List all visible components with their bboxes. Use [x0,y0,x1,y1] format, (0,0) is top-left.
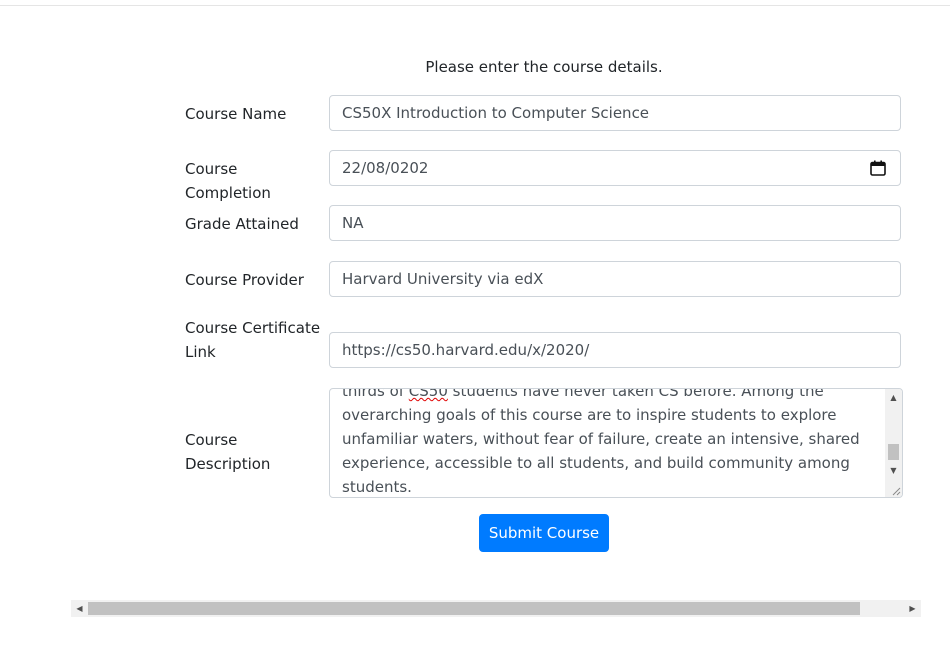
course-description-textarea[interactable]: thirds of CS50 students have never taken… [329,388,903,498]
grade-attained-input[interactable]: NA [329,205,901,241]
arrow-up-icon[interactable]: ▲ [885,389,902,406]
course-description-text: thirds of CS50 students have never taken… [342,388,880,497]
certificate-link-label: Course Certificate Link [185,319,321,361]
grade-attained-label: Grade Attained [185,215,299,233]
course-provider-label: Course Provider [185,271,304,289]
arrow-down-icon[interactable]: ▼ [885,462,902,479]
textarea-scroll-thumb[interactable] [888,444,899,460]
top-divider [0,5,950,6]
course-provider-input[interactable]: Harvard University via edX [329,261,901,297]
course-description-label: Course Description [185,431,271,473]
course-completion-label: Course Completion [185,160,271,202]
spellcheck-marked-word: CS50 [408,388,448,400]
arrow-right-icon[interactable]: ▶ [904,600,921,617]
arrow-left-icon[interactable]: ◀ [71,600,88,617]
horizontal-scroll-thumb[interactable] [88,602,860,615]
resize-grip-icon[interactable] [890,485,901,496]
course-completion-value: 22/08/0202 [342,159,429,177]
form-intro: Please enter the course details. [425,58,663,76]
course-completion-date-input[interactable]: 22/08/0202 [329,150,901,186]
page-horizontal-scrollbar[interactable]: ◀ ▶ [71,600,921,617]
course-name-label: Course Name [185,105,287,123]
submit-course-button[interactable]: Submit Course [479,514,609,552]
textarea-vertical-scrollbar[interactable]: ▲ ▼ [885,389,902,497]
calendar-icon[interactable] [870,160,886,176]
certificate-link-input[interactable]: https://cs50.harvard.edu/x/2020/ [329,332,901,368]
course-name-input[interactable]: CS50X Introduction to Computer Science [329,95,901,131]
